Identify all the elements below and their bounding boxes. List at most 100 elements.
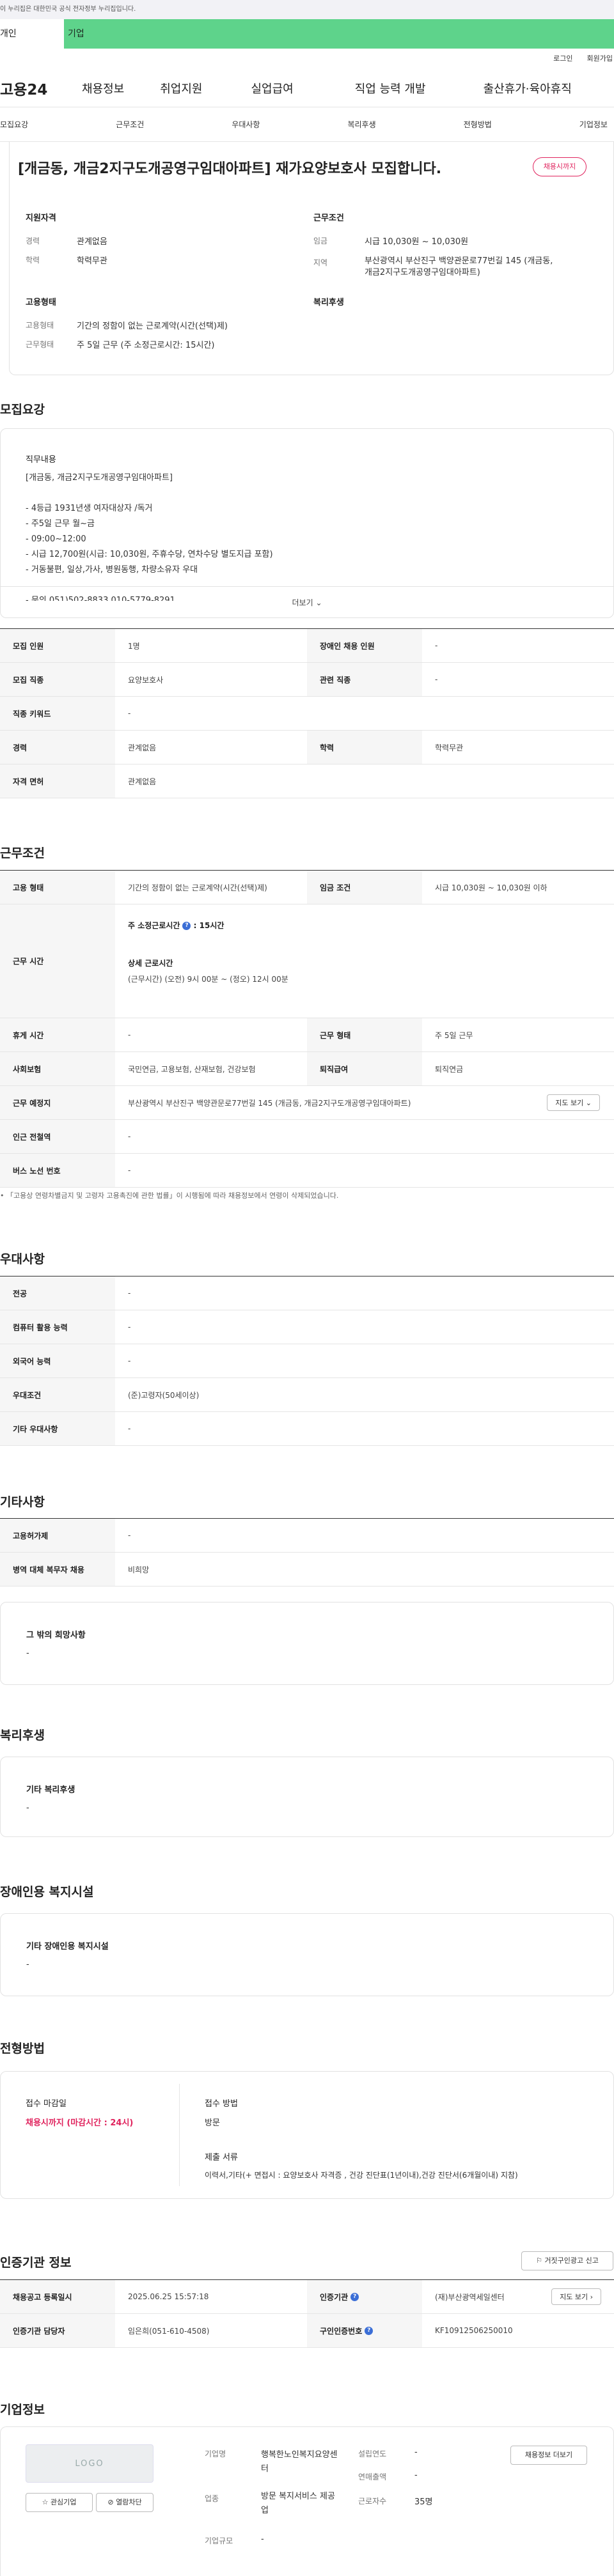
table-cell: - <box>128 1323 131 1331</box>
table-header: 직종 키워드 <box>0 697 115 730</box>
company-employees-value: 35명 <box>414 2497 433 2507</box>
table-cell: (준)고령자(50세이상) <box>128 1390 200 1400</box>
cert-no-header-label: 구인인증번호 <box>320 2326 363 2336</box>
table-header: 인증기관 담당자 <box>0 2314 115 2347</box>
pref-table: 전공 - 컴퓨터 활용 능력 - 외국어 능력 - 우대조건 (준)고령자(50세이상)… <box>0 1276 614 1446</box>
gov-banner: 이 누리집은 대한민국 공식 전자정부 누리집입니다. <box>0 0 614 19</box>
subnav-company[interactable]: 기업정보 <box>579 119 608 130</box>
table-header: 장애인 채용 인원 <box>307 629 422 662</box>
company-logo: LOGO <box>26 2444 154 2483</box>
gnb-menu-parental-leave[interactable]: 출산휴가·육아휴직 <box>484 80 572 97</box>
table-cell: - <box>128 1531 131 1540</box>
cert-map-label: 지도 보기 <box>560 2293 588 2301</box>
info-icon[interactable]: ? <box>365 2326 374 2335</box>
table-row: 채용공고 등록일시 2025.06.25 15:57:18 인증기관? (재)부… <box>0 2280 614 2314</box>
work-form-label: 근무형태 <box>26 340 54 349</box>
disability-box-title: 기타 장애인용 복지시설 <box>26 1942 109 1951</box>
report-fake-ad-label: 거짓구인광고 신고 <box>544 2256 599 2265</box>
table-cell: 기간의 정함이 없는 근로계약(시간(선택)제) <box>128 883 267 892</box>
tab-personal[interactable]: 개인 <box>0 19 64 49</box>
table-cell: 국민연금, 고용보험, 산재보험, 건강보험 <box>128 1064 256 1074</box>
work-table: 고용 형태 기간의 정함이 없는 근로계약(시간(선택)제) 임금 조건 시급 … <box>0 870 614 1188</box>
star-icon: ☆ <box>42 2498 51 2506</box>
table-cell: - <box>128 709 131 718</box>
gnb-menu-vocational-training[interactable]: 직업 능력 개발 <box>355 80 426 97</box>
company-founded-value: - <box>414 2448 418 2457</box>
table-cell: - <box>128 1356 131 1365</box>
gnb-menu-unemployment-benefit[interactable]: 실업급여 <box>251 80 294 97</box>
method-label: 접수 방법 <box>205 2099 238 2109</box>
cond-wage-value: 시급 10,030원 ~ 10,030원 <box>365 237 469 247</box>
favorite-company-button[interactable]: ☆ 관심기업 <box>26 2493 93 2512</box>
subnav-preferences[interactable]: 우대사항 <box>232 119 260 130</box>
table-header: 컴퓨터 활용 능력 <box>0 1310 115 1344</box>
section-subnav: 모집요강 근무조건 우대사항 복리후생 전형방법 기업정보 <box>0 107 614 142</box>
docs-value: 이력서,기타(+ 면접시 : 요양보호사 자격증 , 건강 진단표(1년이내),… <box>205 2171 518 2180</box>
etc-table: 고용허가제 - 병역 대체 복무자 채용 비희망 <box>0 1518 614 1587</box>
chevron-down-icon: ⌄ <box>315 598 322 607</box>
qual-career-value: 관계없음 <box>77 237 107 247</box>
table-header: 채용공고 등록일시 <box>0 2280 115 2313</box>
table-cell: 관계없음 <box>128 777 157 786</box>
company-name-value: 행복한노인복지요양센터 <box>261 2450 338 2474</box>
table-cell: 2025.06.25 15:57:18 <box>128 2292 209 2301</box>
more-button[interactable]: 더보기 ⌄ <box>0 586 614 618</box>
table-cell: - <box>128 1030 131 1039</box>
subnav-selection[interactable]: 전형방법 <box>464 119 492 130</box>
more-jobs-button[interactable]: 채용정보 더보기 <box>510 2446 587 2465</box>
employment-type-title: 고용형태 <box>26 298 56 307</box>
global-nav: 고용24 채용정보 취업지원 실업급여 직업 능력 개발 출산휴가·육아휴직 <box>0 69 614 107</box>
gnb-menu-jobs[interactable]: 채용정보 <box>82 80 124 97</box>
table-row: 인근 전철역 - <box>0 1120 614 1154</box>
tab-company[interactable]: 기업 <box>64 19 614 49</box>
table-row: 근무 예정지 부산광역시 부산진구 백양관문로77번길 145 (개금동, 개금… <box>0 1086 614 1120</box>
docs-label: 제출 서류 <box>205 2153 238 2162</box>
subnav-recruit[interactable]: 모집요강 <box>0 119 28 130</box>
bullet-icon: • <box>0 1191 6 1200</box>
etc-section-title: 기타사항 <box>0 1495 45 1509</box>
selection-divider <box>179 2084 180 2186</box>
login-link[interactable]: 로그인 <box>553 49 572 69</box>
table-header: 휴게 시간 <box>0 1018 115 1051</box>
cert-map-button[interactable]: 지도 보기 › <box>551 2288 601 2305</box>
signup-link[interactable]: 회원가입 <box>587 49 613 69</box>
recruit-section-title: 모집요강 <box>0 403 45 417</box>
deadline-label: 접수 마감일 <box>26 2099 67 2109</box>
block-view-label: 열람차단 <box>116 2498 142 2506</box>
block-icon: ⊘ <box>107 2498 116 2506</box>
table-row: 외국어 능력 - <box>0 1344 614 1378</box>
weekly-hours-value: : 15시간 <box>193 921 224 930</box>
subnav-welfare[interactable]: 복리후생 <box>347 119 375 130</box>
table-row: 근무 시간 주 소정근로시간? : 15시간 상세 근로시간 (근무시간) (오… <box>0 904 614 1018</box>
work-section-title: 근무조건 <box>0 846 45 860</box>
work-place-value: 부산광역시 부산진구 백양관문로77번길 145 (개금동, 개금2지구도개공영… <box>128 1098 411 1108</box>
table-header: 버스 노선 번호 <box>0 1154 115 1187</box>
table-header: 학력 <box>307 731 422 764</box>
gnb-menu-employment-support[interactable]: 취업지원 <box>160 80 202 97</box>
qual-education-label: 학력 <box>26 256 40 265</box>
table-row: 전공 - <box>0 1276 614 1310</box>
table-cell: 시급 10,030원 ~ 10,030원 이하 <box>435 883 547 892</box>
block-view-button[interactable]: ⊘ 열람차단 <box>96 2493 154 2512</box>
table-header: 기타 우대사항 <box>0 1412 115 1445</box>
report-fake-ad-button[interactable]: ⚐ 거짓구인광고 신고 <box>521 2251 613 2270</box>
table-header: 인근 전철역 <box>0 1120 115 1153</box>
table-header: 자격 면허 <box>0 764 115 798</box>
table-row: 병역 대체 복무자 채용 비희망 <box>0 1553 614 1587</box>
map-view-button[interactable]: 지도 보기 ⌄ <box>547 1094 600 1111</box>
cond-region-value-line2: 개금2지구도개공영구임대아파트) <box>365 268 480 277</box>
company-revenue-value: - <box>414 2471 418 2480</box>
map-view-label: 지도 보기 <box>555 1099 584 1107</box>
table-row: 모집 직종 요양보호사 관련 직종 - <box>0 663 614 697</box>
weekly-hours-label: 주 소정근로시간 <box>128 921 180 930</box>
table-header: 모집 직종 <box>0 663 115 696</box>
info-icon[interactable]: ? <box>350 2292 359 2301</box>
table-row: 자격 면허 관계없음 <box>0 764 614 798</box>
company-section-title: 기업정보 <box>0 2403 45 2417</box>
subnav-work-conditions[interactable]: 근무조건 <box>116 119 144 130</box>
site-logo[interactable]: 고용24 <box>0 77 82 99</box>
more-button-label: 더보기 <box>292 598 313 607</box>
qualification-title: 지원자격 <box>26 213 56 223</box>
info-icon[interactable]: ? <box>182 922 191 930</box>
table-cell: - <box>128 1166 131 1175</box>
